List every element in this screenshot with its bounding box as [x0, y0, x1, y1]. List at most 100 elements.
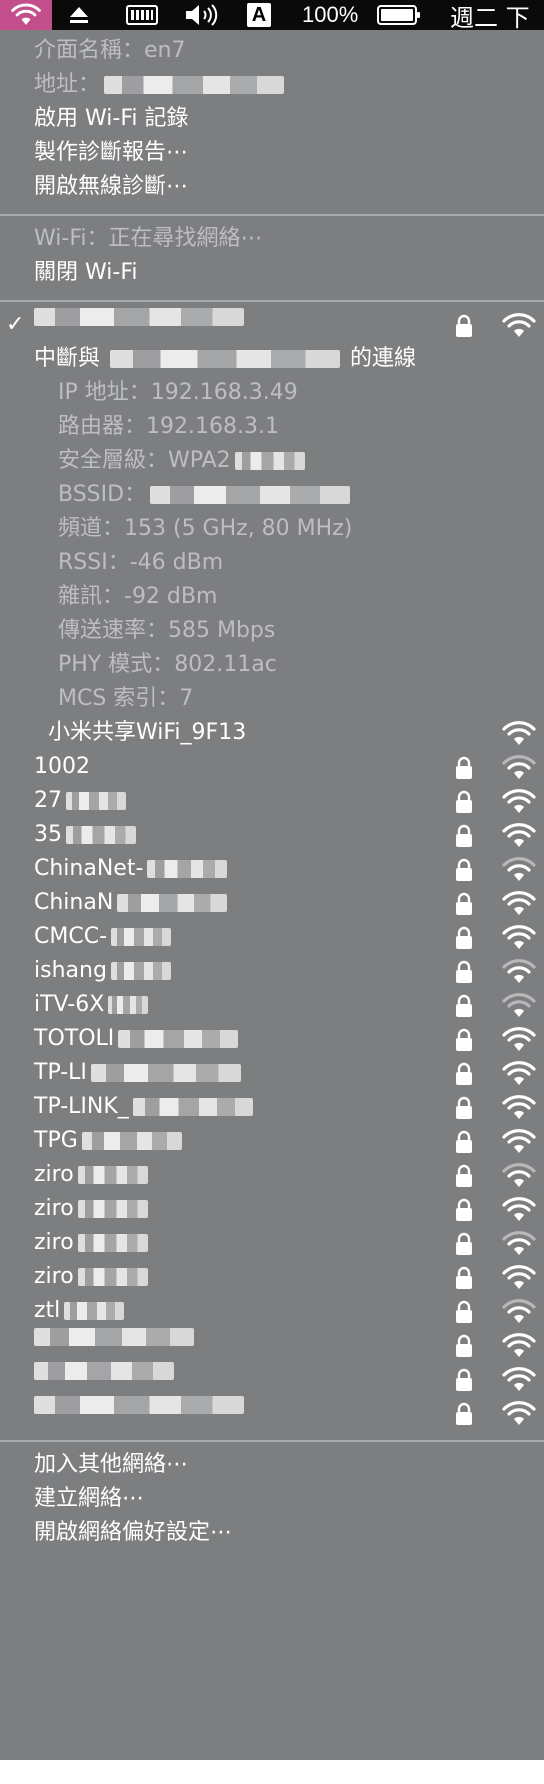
lock-icon [456, 824, 472, 847]
menu-item-open-network-preferences[interactable]: 開啟網絡偏好設定⋯ [0, 1516, 544, 1550]
ip-address-text: IP 地址：192.168.3.49 [58, 380, 298, 405]
redacted-network-name [110, 350, 341, 368]
redacted-network-name [77, 1268, 148, 1286]
lock-icon [456, 1028, 472, 1051]
address-label: 地址： [34, 72, 101, 97]
network-name-text: 小米共享WiFi_9F13 [48, 720, 247, 745]
detail-mcs-index: MCS 索引：7 [0, 682, 544, 716]
wifi-signal-icon [502, 959, 536, 983]
redacted-network-name [110, 962, 171, 980]
network-item[interactable] [0, 1396, 544, 1430]
checkmark-icon: ✓ [6, 312, 25, 337]
network-item[interactable] [0, 1328, 544, 1362]
current-network-item[interactable]: ✓ [0, 308, 544, 342]
lock-icon [456, 960, 472, 983]
lock-icon [456, 1232, 472, 1255]
menu-item-create-diagnostics-report[interactable]: 製作診斷報告⋯ [0, 136, 544, 170]
lock-icon [456, 790, 472, 813]
battery-percent: 100% [302, 2, 359, 27]
network-item[interactable]: ChinaN [0, 886, 544, 920]
redacted-network-name [81, 1132, 182, 1150]
detail-phy-mode: PHY 模式：802.11ac [0, 648, 544, 682]
volume-icon[interactable] [180, 0, 226, 30]
network-name-text: ziro [34, 1264, 74, 1289]
router-text: 路由器：192.168.3.1 [58, 414, 279, 439]
lock-icon [456, 1198, 472, 1221]
redacted-network-name [77, 1166, 148, 1184]
device-battery-icon[interactable] [122, 0, 162, 30]
menu-item-turn-off-wifi[interactable]: 關閉 Wi-Fi [0, 256, 544, 290]
menu-item-join-other-network[interactable]: 加入其他網絡⋯ [0, 1448, 544, 1482]
lock-icon [456, 1368, 472, 1391]
wifi-status-icon[interactable] [0, 0, 52, 30]
redacted-network-name [34, 1328, 194, 1346]
network-item[interactable]: ChinaNet- [0, 852, 544, 886]
network-name: iTV-6X [34, 988, 149, 1022]
network-item[interactable]: TP-LINK_ [0, 1090, 544, 1124]
menu-item-enable-wifi-log[interactable]: 啟用 Wi-Fi 記錄 [0, 102, 544, 136]
network-name-text: ChinaNet- [34, 856, 144, 881]
network-item[interactable]: TP-LI [0, 1056, 544, 1090]
network-item[interactable]: TPG [0, 1124, 544, 1158]
wifi-signal-icon [502, 755, 536, 779]
redacted-network-name [90, 1064, 241, 1082]
redacted-network-name [111, 928, 172, 946]
open-wireless-diagnostics-label: 開啟無線診斷⋯ [34, 174, 189, 199]
network-item[interactable]: ziro [0, 1192, 544, 1226]
redacted-network-name [147, 860, 228, 878]
network-item[interactable]: ziro [0, 1226, 544, 1260]
network-name: CMCC- [34, 920, 172, 954]
lock-icon [456, 1402, 472, 1425]
menu-item-open-wireless-diagnostics[interactable]: 開啟無線診斷⋯ [0, 170, 544, 204]
rssi-text: RSSI：-46 dBm [58, 550, 224, 575]
network-item[interactable]: 27 [0, 784, 544, 818]
detail-rssi: RSSI：-46 dBm [0, 546, 544, 580]
menu-bar: A 100% 週二 下 [0, 0, 544, 32]
redacted-network-name [34, 1362, 174, 1380]
wifi-signal-icon [502, 1333, 536, 1357]
eject-icon[interactable] [64, 0, 94, 30]
network-name-text: 27 [34, 788, 62, 813]
wifi-signal-icon [502, 789, 536, 813]
network-name-text: TPG [34, 1128, 78, 1153]
lock-icon [456, 1334, 472, 1357]
network-name: TP-LI [34, 1056, 241, 1090]
network-item[interactable]: 1002 [0, 750, 544, 784]
network-item[interactable]: iTV-6X [0, 988, 544, 1022]
open-network-preferences-label: 開啟網絡偏好設定⋯ [34, 1520, 233, 1545]
detail-router: 路由器：192.168.3.1 [0, 410, 544, 444]
redacted-network-name [118, 1030, 239, 1048]
menu-item-create-network[interactable]: 建立網絡⋯ [0, 1482, 544, 1516]
network-name-text: ztl [34, 1298, 61, 1323]
network-name: ziro [34, 1192, 148, 1226]
interface-name-text: 介面名稱：en7 [34, 38, 186, 63]
menu-separator [0, 1440, 544, 1442]
redacted-network-name [108, 996, 149, 1014]
network-item[interactable]: ztl [0, 1294, 544, 1328]
network-item[interactable]: ziro [0, 1158, 544, 1192]
join-other-network-label: 加入其他網絡⋯ [34, 1452, 189, 1477]
network-item[interactable]: TOTOLI [0, 1022, 544, 1056]
battery-icon[interactable] [374, 0, 424, 30]
menu-item-wifi-status: Wi-Fi：正在尋找網絡⋯ [0, 222, 544, 256]
wifi-signal-icon [502, 1299, 536, 1323]
menu-item-interface-name: 介面名稱：en7 [0, 34, 544, 68]
input-source-menu[interactable]: A [244, 0, 274, 30]
noise-text: 雜訊：-92 dBm [58, 584, 218, 609]
network-item[interactable]: ishang [0, 954, 544, 988]
menubar-clock[interactable]: 週二 下 [450, 0, 530, 32]
wifi-signal-icon [502, 891, 536, 915]
menu-separator [0, 214, 544, 216]
menu-item-disconnect[interactable]: 中斷與 的連線 [0, 342, 544, 376]
network-item[interactable]: CMCC- [0, 920, 544, 954]
menu-item-address: 地址： [0, 68, 544, 102]
network-item[interactable]: ziro [0, 1260, 544, 1294]
lock-icon [456, 1266, 472, 1289]
redacted-bssid [150, 486, 351, 504]
network-item[interactable]: 35 [0, 818, 544, 852]
network-name: 27 [34, 784, 126, 818]
turn-off-wifi-label: 關閉 Wi-Fi [34, 260, 138, 285]
network-item[interactable]: 小米共享WiFi_9F13 [0, 716, 544, 750]
network-name-text: TP-LI [34, 1060, 87, 1085]
network-item[interactable] [0, 1362, 544, 1396]
